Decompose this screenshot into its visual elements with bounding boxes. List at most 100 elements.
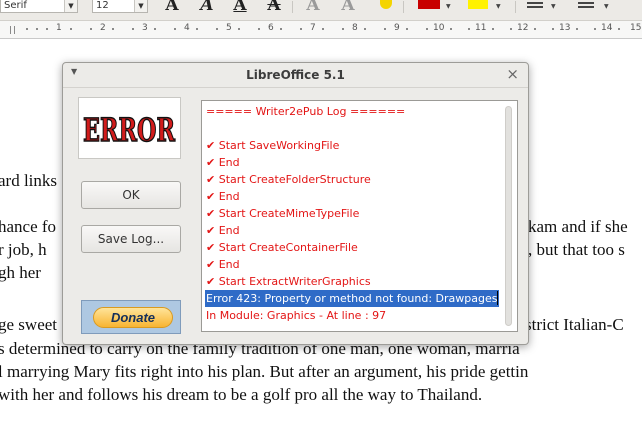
- numbered-list-icon[interactable]: [578, 2, 594, 4]
- underline-icon[interactable]: A: [230, 0, 250, 14]
- ruler-tick: [406, 28, 408, 30]
- ruler-tick: [534, 28, 536, 30]
- ruler-number: 2: [100, 23, 106, 33]
- ruler-tick: [468, 28, 470, 30]
- font-name-value: Serif: [4, 0, 27, 11]
- document-line: l marrying Mary fits right into his plan…: [0, 362, 529, 381]
- donate-panel: Donate: [81, 300, 181, 334]
- log-line: ===== Writer2ePub Log ======: [206, 105, 406, 118]
- ruler-tick: [450, 28, 452, 30]
- toolbar-separator: [403, 1, 404, 13]
- log-line: ✔ End: [206, 258, 240, 271]
- document-line: with her and follows his dream to be a g…: [0, 385, 483, 404]
- close-icon[interactable]: ×: [506, 65, 519, 83]
- log-line: ✔ Start SaveWorkingFile: [206, 139, 340, 152]
- ruler-number: 1: [56, 23, 62, 33]
- font-size-box[interactable]: 12 ▼: [92, 0, 148, 13]
- ruler-number: 9: [394, 23, 400, 33]
- dialog-title: LibreOffice 5.1: [246, 68, 345, 82]
- ruler-tick: [492, 28, 494, 30]
- bold-icon[interactable]: A: [162, 0, 182, 14]
- document-line: ge sweet: [0, 315, 58, 334]
- log-line: ✔ End: [206, 190, 240, 203]
- clear-format-icon[interactable]: [380, 0, 392, 9]
- ruler-tick: [280, 28, 282, 30]
- ruler-tick: [132, 28, 134, 30]
- font-color-icon[interactable]: [418, 0, 440, 9]
- ruler-tick: [174, 28, 176, 30]
- ruler-tick: [576, 28, 578, 30]
- ruler-number: 6: [268, 23, 274, 33]
- ruler-tick: [112, 28, 114, 30]
- ruler-tick: [196, 28, 198, 30]
- save-log-button[interactable]: Save Log...: [81, 225, 181, 253]
- chevron-down-icon[interactable]: ▼: [446, 3, 451, 10]
- log-line: ✔ Start CreateMimeTypeFile: [206, 207, 360, 220]
- ruler-number: 5: [226, 23, 232, 33]
- highlight-icon[interactable]: [468, 0, 488, 9]
- ruler-tick: [552, 28, 554, 30]
- list-icon[interactable]: [527, 2, 543, 4]
- ruler-number: 4: [184, 23, 190, 33]
- chevron-down-icon[interactable]: ▼: [496, 3, 501, 10]
- donate-button[interactable]: Donate: [93, 307, 173, 328]
- log-scrollbar[interactable]: [505, 106, 512, 326]
- toolbar-separator: [515, 1, 516, 13]
- ruler-tick: [14, 26, 15, 34]
- ruler-tick: [154, 28, 156, 30]
- error-logo-image: ERROR: [82, 110, 176, 149]
- document-line: strict Italian-C: [525, 315, 624, 334]
- ruler-tick: [90, 28, 92, 30]
- ruler-number: 12: [517, 23, 529, 33]
- log-line-selected: Error 423: Property or method not found:…: [205, 290, 500, 307]
- ruler-tick: [46, 28, 48, 30]
- ruler-tick: [322, 28, 324, 30]
- ok-button[interactable]: OK: [81, 181, 181, 209]
- toolbar-separator: [292, 1, 293, 13]
- text-caret: [497, 291, 498, 305]
- document-line: r job, h: [0, 240, 47, 259]
- error-logo-text: ERROR: [83, 111, 175, 149]
- document-line: hance fo: [0, 217, 57, 236]
- ruler-number: 8: [352, 23, 358, 33]
- document-line: , but that too s: [528, 240, 625, 259]
- ruler-tick: [510, 28, 512, 30]
- chevron-down-icon[interactable]: ▼: [134, 0, 147, 12]
- document-line: ard links: [0, 171, 58, 190]
- horizontal-ruler[interactable]: 1 2 3 4 5 6 7 8 9 10 11 12 13 14 15: [0, 21, 642, 39]
- ruler-tick: [300, 28, 302, 30]
- ruler-number: 10: [433, 23, 445, 33]
- formatting-toolbar: Serif ▼ 12 ▼ A A A A A A ▼ ▼ ▼ ▼: [0, 0, 642, 21]
- ruler-tick: [594, 28, 596, 30]
- ruler-tick: [384, 28, 386, 30]
- log-line: ✔ Start CreateContainerFile: [206, 241, 358, 254]
- ruler-tick: [70, 28, 72, 30]
- log-textarea[interactable]: ===== Writer2ePub Log ====== ✔ Start Sav…: [201, 100, 518, 332]
- error-logo: ERROR: [78, 97, 181, 159]
- ruler-tick: [426, 28, 428, 30]
- font-name-box[interactable]: Serif ▼: [0, 0, 78, 13]
- chevron-down-icon[interactable]: ▼: [551, 3, 556, 10]
- ruler-tick: [342, 28, 344, 30]
- shadow-icon[interactable]: A: [338, 0, 358, 14]
- ruler-number: 7: [310, 23, 316, 33]
- strikethrough-icon[interactable]: A: [264, 0, 284, 14]
- ruler-tick: [364, 28, 366, 30]
- log-line: In Module: Graphics - At line : 97: [206, 309, 387, 322]
- document-line: gh her: [0, 263, 41, 282]
- ruler-tick: [10, 26, 11, 34]
- ruler-tick: [238, 28, 240, 30]
- chevron-down-icon[interactable]: ▼: [604, 3, 609, 10]
- ruler-number: 13: [559, 23, 571, 33]
- ruler-number: 15: [630, 23, 642, 33]
- dialog-titlebar[interactable]: ▼ LibreOffice 5.1 ×: [63, 63, 528, 88]
- italic-icon[interactable]: A: [197, 0, 217, 14]
- ruler-tick: [26, 28, 28, 30]
- chevron-down-icon[interactable]: ▼: [64, 0, 77, 12]
- log-line: ✔ End: [206, 156, 240, 169]
- superscript-icon[interactable]: A: [303, 0, 323, 14]
- ruler-tick: [258, 28, 260, 30]
- page-top-edge: [0, 38, 642, 39]
- ruler-tick: [36, 28, 38, 30]
- log-line: ✔ Start ExtractWriterGraphics: [206, 275, 371, 288]
